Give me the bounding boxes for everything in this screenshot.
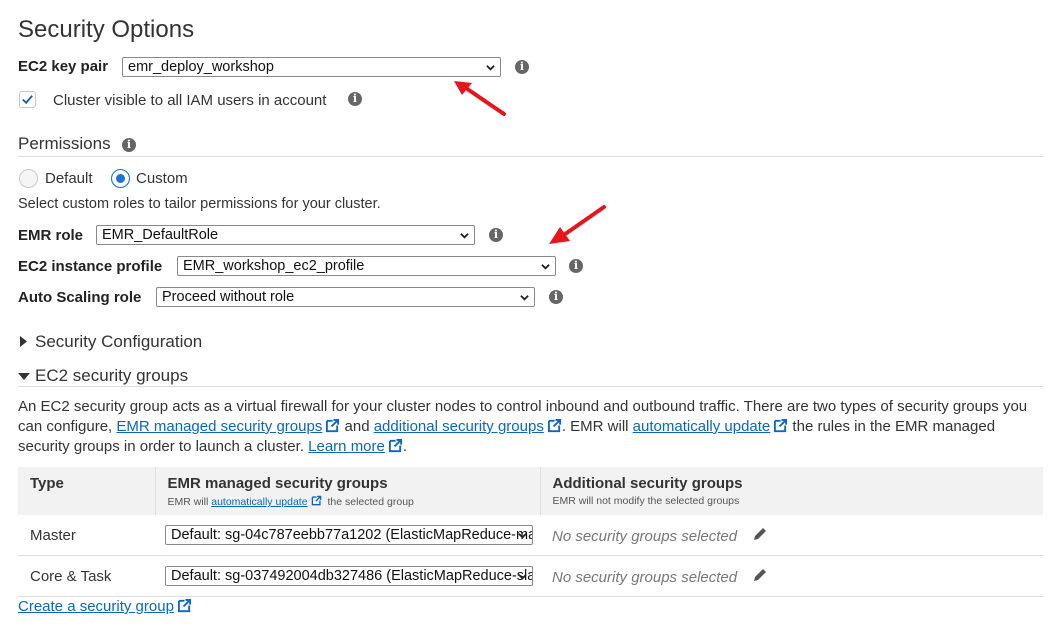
- permissions-default-label: Default: [45, 170, 93, 187]
- pencil-icon[interactable]: [751, 566, 769, 584]
- col-emr-managed-header: EMR managed security groups EMR will aut…: [155, 467, 541, 515]
- ec2-instance-profile-select[interactable]: EMR_workshop_ec2_profile: [177, 256, 556, 276]
- ec2-instance-profile-value: EMR_workshop_ec2_profile: [183, 258, 365, 274]
- col-emr-managed-subtext: EMR will automatically update the select…: [167, 495, 414, 508]
- automatically-update-link[interactable]: automatically update: [211, 496, 307, 508]
- ec2-security-groups-description: An EC2 security group acts as a virtual …: [18, 397, 1048, 457]
- description-text: . EMR will: [561, 418, 633, 435]
- chevron-down-icon: [541, 264, 550, 270]
- checkmark-icon: [22, 95, 33, 105]
- emr-managed-group-value: Default: sg-037492004db327486 (ElasticMa…: [171, 568, 533, 584]
- description-text: .: [402, 438, 408, 455]
- cluster-visible-label: Cluster visible to all IAM users in acco…: [53, 92, 327, 109]
- caret-right-icon: [20, 336, 27, 347]
- auto-scaling-role-value: Proceed without role: [162, 289, 295, 305]
- ec2-key-pair-value: emr_deploy_workshop: [128, 59, 274, 75]
- row-type: Core & Task: [18, 555, 155, 597]
- table-row: Core & Task Default: sg-037492004db32748…: [18, 555, 1043, 597]
- chevron-down-icon: [518, 574, 527, 580]
- ec2-security-groups-toggle[interactable]: EC2 security groups: [18, 365, 318, 387]
- emr-role-select[interactable]: EMR_DefaultRole: [96, 225, 475, 245]
- info-icon[interactable]: i: [122, 138, 136, 152]
- emr-role-label: EMR role: [18, 227, 84, 244]
- external-link-icon[interactable]: [388, 438, 403, 453]
- external-link-icon[interactable]: [325, 418, 340, 433]
- emr-managed-security-groups-link[interactable]: EMR managed security groups: [116, 418, 322, 435]
- external-link-icon[interactable]: [311, 495, 322, 506]
- emr-managed-group-select[interactable]: Default: sg-037492004db327486 (ElasticMa…: [165, 566, 533, 586]
- pencil-icon[interactable]: [751, 525, 769, 543]
- chevron-down-icon: [518, 533, 527, 539]
- col-type-header: Type: [18, 467, 156, 515]
- info-icon[interactable]: i: [348, 92, 362, 106]
- create-security-group-row: Create a security group: [18, 598, 192, 615]
- info-icon[interactable]: i: [489, 228, 503, 242]
- security-configuration-title: Security Configuration: [35, 332, 203, 351]
- ec2-key-pair-label: EC2 key pair: [18, 58, 109, 75]
- external-link-icon[interactable]: [177, 598, 192, 613]
- security-configuration-toggle[interactable]: Security Configuration: [18, 331, 318, 353]
- ec2-security-groups-title: EC2 security groups: [35, 366, 189, 385]
- arrow-annotation: [454, 81, 506, 116]
- additional-groups-value: No security groups selected: [552, 528, 738, 545]
- page-title: Security Options: [18, 16, 195, 43]
- info-icon[interactable]: i: [569, 259, 583, 273]
- create-security-group-link[interactable]: Create a security group: [18, 598, 174, 615]
- auto-scaling-role-label: Auto Scaling role: [18, 289, 142, 306]
- learn-more-link[interactable]: Learn more: [308, 438, 385, 455]
- description-text: and: [340, 418, 374, 435]
- emr-managed-group-value: Default: sg-04c787eebb77a1202 (ElasticMa…: [171, 527, 533, 543]
- permissions-custom-label: Custom: [136, 170, 188, 187]
- emr-managed-group-select[interactable]: Default: sg-04c787eebb77a1202 (ElasticMa…: [165, 525, 533, 545]
- arrow-annotation: [549, 205, 606, 244]
- permissions-default-radio[interactable]: [19, 169, 38, 188]
- table-row: Master Default: sg-04c787eebb77a1202 (El…: [18, 515, 1043, 556]
- permissions-custom-radio[interactable]: [111, 169, 130, 188]
- permissions-title: Permissions: [18, 134, 111, 153]
- chevron-down-icon: [520, 295, 529, 301]
- emr-role-value: EMR_DefaultRole: [102, 227, 219, 243]
- chevron-down-icon: [460, 233, 469, 239]
- col-additional-header: Additional security groups EMR will not …: [540, 467, 1043, 515]
- info-icon[interactable]: i: [549, 290, 563, 304]
- table-header-row: Type EMR managed security groups EMR wil…: [18, 467, 1043, 515]
- security-groups-table: Type EMR managed security groups EMR wil…: [18, 467, 1043, 597]
- caret-down-icon: [18, 373, 30, 380]
- info-icon[interactable]: i: [515, 60, 529, 74]
- ec2-key-pair-select[interactable]: emr_deploy_workshop: [122, 57, 501, 77]
- divider: [18, 156, 1043, 157]
- chevron-down-icon: [486, 65, 495, 71]
- automatically-update-link[interactable]: automatically update: [633, 418, 771, 435]
- external-link-icon[interactable]: [547, 418, 562, 433]
- permissions-hint: Select custom roles to tailor permission…: [18, 196, 381, 212]
- ec2-instance-profile-label: EC2 instance profile: [18, 258, 163, 275]
- col-additional-subtext: EMR will not modify the selected groups: [552, 495, 740, 507]
- external-link-icon[interactable]: [773, 418, 788, 433]
- additional-groups-value: No security groups selected: [552, 569, 738, 586]
- divider: [18, 386, 1043, 387]
- cluster-visible-checkbox[interactable]: [19, 91, 36, 108]
- row-type: Master: [18, 515, 155, 556]
- additional-security-groups-link[interactable]: additional security groups: [374, 418, 544, 435]
- auto-scaling-role-select[interactable]: Proceed without role: [156, 287, 535, 307]
